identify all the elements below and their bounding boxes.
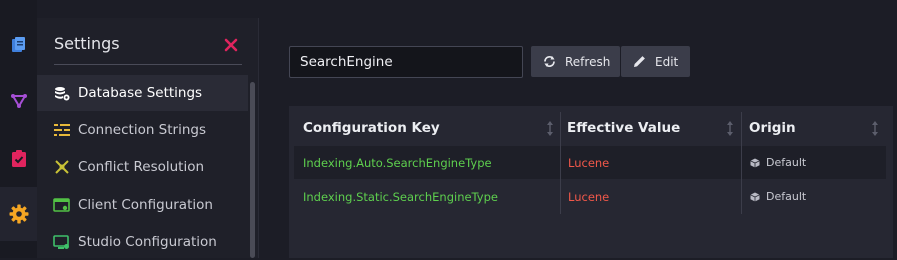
sidebar-divider: [54, 64, 242, 65]
indexes-icon: [10, 94, 27, 108]
settings-gear-icon: [9, 204, 28, 224]
sidebar-item-label: Studio Configuration: [78, 234, 217, 250]
rail-indexes[interactable]: [0, 83, 37, 119]
sidebar-item-conflict-resolution[interactable]: Conflict Resolution: [37, 149, 248, 185]
column-separator: [741, 112, 742, 214]
refresh-label: Refresh: [565, 54, 611, 69]
icon-rail: [0, 0, 37, 258]
sidebar-item-label: Client Configuration: [78, 197, 213, 213]
refresh-icon: [544, 56, 555, 67]
origin-label: Default: [766, 156, 807, 169]
edit-label: Edit: [655, 54, 679, 69]
sidebar-scrollbar[interactable]: [250, 82, 255, 258]
rail-tasks[interactable]: [0, 140, 37, 176]
sidebar-item-studio-configuration[interactable]: Studio Configuration: [37, 224, 248, 260]
conflict-resolution-icon: [53, 159, 70, 175]
sidebar-title: Settings: [54, 34, 120, 53]
sort-icon[interactable]: [727, 121, 733, 136]
sidebar-item-label: Database Settings: [78, 85, 203, 101]
effective-value-cell: Lucene: [568, 189, 610, 204]
close-icon[interactable]: [223, 37, 239, 53]
column-header-origin[interactable]: Origin: [749, 108, 886, 148]
search-input[interactable]: [289, 46, 523, 78]
table-row[interactable]: Indexing.Static.SearchEngineType Lucene …: [294, 180, 886, 213]
column-header-label: Origin: [749, 120, 796, 136]
sidebar-item-client-configuration[interactable]: Client Configuration: [37, 187, 248, 223]
effective-value-cell: Lucene: [568, 155, 610, 170]
settings-sidebar: Settings Database Settings Connection St…: [37, 18, 259, 258]
sidebar-item-connection-strings[interactable]: Connection Strings: [37, 112, 248, 148]
sidebar-header: Settings: [37, 18, 259, 72]
origin-cell: Default: [750, 146, 806, 179]
column-header-label: Effective Value: [567, 120, 681, 136]
column-header-label: Configuration Key: [303, 120, 440, 136]
sidebar-item-label: Connection Strings: [78, 122, 206, 138]
rail-documents[interactable]: [0, 27, 37, 63]
database-settings-icon: [53, 85, 70, 101]
sidebar-item-label: Conflict Resolution: [78, 159, 205, 175]
rail-settings[interactable]: [0, 187, 37, 241]
cube-icon: [750, 192, 760, 201]
connection-strings-icon: [53, 122, 70, 138]
config-key-cell: Indexing.Auto.SearchEngineType: [303, 155, 492, 170]
column-header-effective-value[interactable]: Effective Value: [567, 108, 741, 148]
cube-icon: [750, 158, 760, 167]
edit-button[interactable]: Edit: [621, 46, 690, 77]
client-configuration-icon: [53, 197, 70, 213]
refresh-button[interactable]: Refresh: [531, 46, 620, 77]
sort-icon[interactable]: [547, 121, 553, 136]
sidebar-item-database-settings[interactable]: Database Settings: [37, 75, 248, 111]
studio-configuration-icon: [53, 234, 70, 250]
pencil-icon: [634, 56, 645, 67]
column-header-configuration-key[interactable]: Configuration Key: [303, 108, 561, 148]
documents-icon: [11, 37, 25, 52]
origin-label: Default: [766, 190, 807, 203]
column-separator: [560, 112, 561, 214]
config-key-cell: Indexing.Static.SearchEngineType: [303, 189, 498, 204]
table-row[interactable]: Indexing.Auto.SearchEngineType Lucene De…: [294, 146, 886, 179]
origin-cell: Default: [750, 180, 806, 213]
tasks-icon: [11, 149, 26, 167]
sort-icon[interactable]: [872, 121, 878, 136]
